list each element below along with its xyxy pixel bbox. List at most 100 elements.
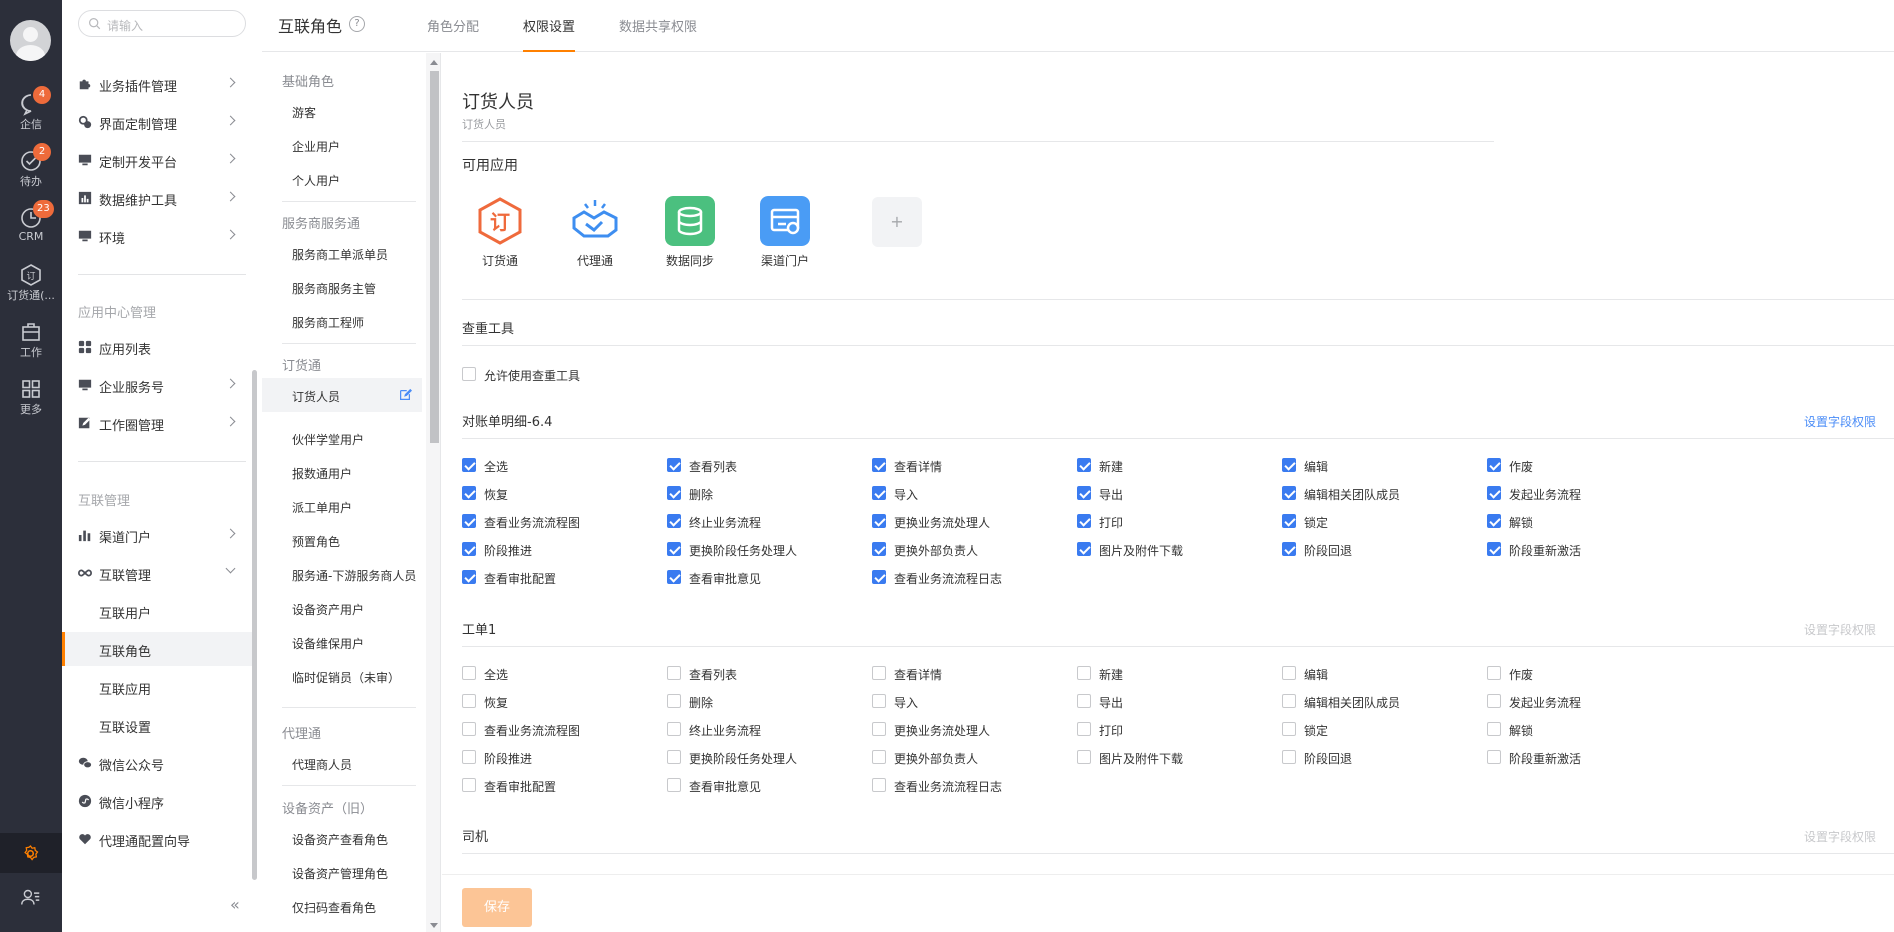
checkbox-box[interactable]: [1077, 514, 1091, 528]
avatar[interactable]: [10, 20, 51, 61]
tab-role-assign[interactable]: 角色分配: [427, 16, 479, 35]
role-item[interactable]: 派工单用户: [262, 489, 422, 523]
checkbox-box[interactable]: [1077, 694, 1091, 708]
rail-item-work[interactable]: 工作: [0, 316, 62, 366]
checkbox-box[interactable]: [1282, 666, 1296, 680]
checkbox-box[interactable]: [1282, 514, 1296, 528]
save-button[interactable]: 保存: [462, 888, 532, 927]
role-item[interactable]: 预置角色: [262, 523, 422, 557]
checkbox-box[interactable]: [667, 514, 681, 528]
checkbox-box[interactable]: [462, 570, 476, 584]
menu-scrollbar[interactable]: [252, 370, 257, 880]
checkbox-box[interactable]: [667, 666, 681, 680]
checkbox-box[interactable]: [667, 778, 681, 792]
menu-subitem-link-apps[interactable]: 互联应用: [62, 670, 252, 704]
role-item[interactable]: 设备维保用户: [262, 625, 422, 659]
checkbox-box[interactable]: [1487, 458, 1501, 472]
tab-permission-settings[interactable]: 权限设置: [523, 16, 576, 52]
rail-item-todo[interactable]: 2 待办: [0, 143, 62, 195]
role-item[interactable]: 游客: [262, 94, 422, 128]
checkbox-box[interactable]: [1077, 750, 1091, 764]
checkbox-box[interactable]: [462, 694, 476, 708]
menu-item-plugins[interactable]: 业务插件管理: [62, 67, 252, 101]
menu-item-channel-portal[interactable]: 渠道门户: [62, 518, 252, 552]
checkbox-box[interactable]: [1487, 542, 1501, 556]
checkbox-box[interactable]: [1487, 486, 1501, 500]
tab-data-share[interactable]: 数据共享权限: [619, 16, 697, 35]
role-item[interactable]: 服务商工单派单员: [262, 236, 422, 270]
checkbox-box[interactable]: [1077, 722, 1091, 736]
checkbox-box[interactable]: [462, 542, 476, 556]
collapse-menu-button[interactable]: «: [230, 895, 240, 914]
checkbox-box[interactable]: [462, 458, 476, 472]
menu-item-agent-wizard[interactable]: 代理通配置向导: [62, 822, 252, 856]
rail-item-more[interactable]: 更多: [0, 373, 62, 423]
checkbox-box[interactable]: [1487, 750, 1501, 764]
checkbox-box[interactable]: [462, 514, 476, 528]
user-manage-button[interactable]: [0, 877, 62, 917]
checkbox-box[interactable]: [667, 486, 681, 500]
role-item[interactable]: 报数通用户: [262, 455, 422, 489]
edit-icon[interactable]: [398, 388, 412, 402]
role-item[interactable]: 设备资产查看角色: [262, 821, 422, 855]
checkbox-box[interactable]: [872, 570, 886, 584]
role-item[interactable]: 临时促销员（未审）: [262, 659, 422, 693]
checkbox-box[interactable]: [462, 486, 476, 500]
menu-item-env[interactable]: 环境: [62, 219, 252, 253]
role-item[interactable]: 服务通-下游服务商人员: [262, 557, 422, 591]
add-app-button[interactable]: +: [872, 197, 922, 247]
checkbox-box[interactable]: [872, 458, 886, 472]
checkbox-box[interactable]: [1282, 542, 1296, 556]
menu-search-input[interactable]: 请输入: [78, 10, 246, 37]
checkbox-box[interactable]: [462, 778, 476, 792]
menu-item-data-tools[interactable]: 数据维护工具: [62, 181, 252, 215]
role-item[interactable]: 服务商服务主管: [262, 270, 422, 304]
checkbox-box[interactable]: [872, 666, 886, 680]
checkbox-box[interactable]: [1077, 542, 1091, 556]
rail-item-crm[interactable]: 23 CRM: [0, 200, 62, 252]
checkbox-box[interactable]: [872, 722, 886, 736]
checkbox-box[interactable]: [1282, 458, 1296, 472]
rail-item-dinghuotong[interactable]: 订 订货通(...: [0, 259, 62, 309]
checkbox-box[interactable]: [462, 367, 476, 381]
checkbox-box[interactable]: [667, 458, 681, 472]
set-field-permission-link[interactable]: 设置字段权限: [1804, 621, 1876, 638]
menu-item-dev-platform[interactable]: 定制开发平台: [62, 143, 252, 177]
checkbox-box[interactable]: [1077, 458, 1091, 472]
checkbox-box[interactable]: [462, 722, 476, 736]
menu-subitem-link-users[interactable]: 互联用户: [62, 594, 252, 628]
scrollbar-thumb[interactable]: [430, 71, 439, 443]
role-item[interactable]: 个人用户: [262, 162, 422, 196]
checkbox-box[interactable]: [872, 694, 886, 708]
role-item[interactable]: 代理商人员: [262, 746, 422, 780]
menu-item-service-account[interactable]: 企业服务号: [62, 368, 252, 402]
role-item[interactable]: 伙伴学堂用户: [262, 421, 422, 455]
checkbox-box[interactable]: [1487, 514, 1501, 528]
checkbox-box[interactable]: [1077, 486, 1091, 500]
role-item[interactable]: 企业用户: [262, 128, 422, 162]
checkbox-box[interactable]: [667, 570, 681, 584]
checkbox-box[interactable]: [667, 694, 681, 708]
set-field-permission-link[interactable]: 设置字段权限: [1804, 413, 1876, 430]
checkbox-box[interactable]: [1487, 722, 1501, 736]
checkbox-box[interactable]: [462, 666, 476, 680]
checkbox-box[interactable]: [1282, 750, 1296, 764]
scroll-up-arrow-icon[interactable]: [430, 60, 438, 65]
checkbox-box[interactable]: [667, 542, 681, 556]
checkbox-box[interactable]: [1077, 666, 1091, 680]
menu-item-workcircle[interactable]: 工作圈管理: [62, 406, 252, 440]
role-item[interactable]: 设备资产用户: [262, 591, 422, 625]
role-item[interactable]: 仅扫码查看角色: [262, 889, 422, 923]
settings-button[interactable]: [0, 833, 62, 873]
role-item[interactable]: 设备资产管理角色: [262, 855, 422, 889]
checkbox-box[interactable]: [462, 750, 476, 764]
checkbox-box[interactable]: [667, 750, 681, 764]
role-item-selected[interactable]: 订货人员: [262, 378, 422, 412]
rail-item-qixin[interactable]: 4 企信: [0, 86, 62, 138]
scroll-down-arrow-icon[interactable]: [430, 923, 438, 928]
menu-item-app-list[interactable]: 应用列表: [62, 330, 252, 364]
checkbox-box[interactable]: [872, 778, 886, 792]
menu-item-wechat-official[interactable]: 微信公众号: [62, 746, 252, 780]
checkbox-box[interactable]: [1282, 694, 1296, 708]
checkbox-box[interactable]: [1487, 694, 1501, 708]
